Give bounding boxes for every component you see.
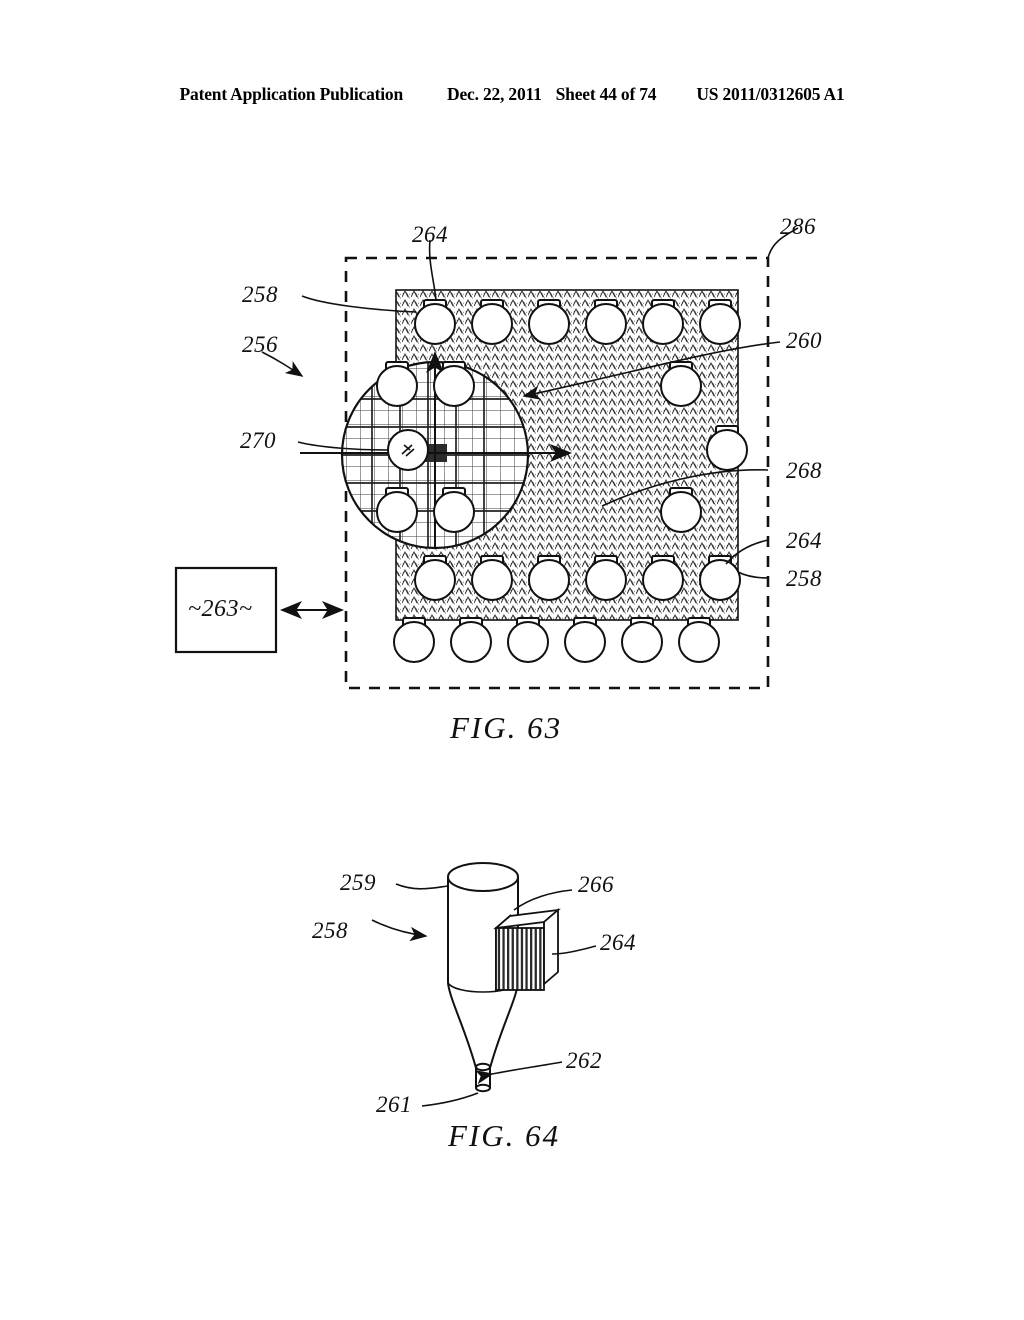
ref-label-259: 259 [340, 870, 376, 895]
nozzle-tip-end-261 [475, 1083, 491, 1093]
nozzle-tip-opening-262 [475, 1062, 491, 1072]
heater-element-264 [493, 908, 561, 992]
nozzle-270 [387, 429, 429, 471]
ref-label-256: 256 [242, 332, 278, 357]
ref-label-266: 266 [578, 872, 614, 897]
figure-63-drawing [174, 227, 799, 690]
ref-label-264-fig64: 264 [600, 930, 636, 955]
ref-label-264-right: 264 [786, 528, 822, 553]
header-date: Dec. 22, 2011 [447, 84, 542, 104]
nozzle-row-bottom [393, 617, 720, 663]
ref-label-270: 270 [240, 428, 276, 453]
ref-label-258-fig64: 258 [312, 918, 348, 943]
figure-64-caption: FIG. 64 [448, 1118, 561, 1153]
header-sheet: Sheet 44 of 74 [555, 84, 657, 104]
ref-label-261: 261 [376, 1092, 412, 1117]
ref-label-286: 286 [780, 214, 816, 239]
leader-lines-64 [371, 883, 597, 1107]
figure-63-caption: FIG. 63 [450, 710, 563, 745]
figure-64: 259 266 258 264 262 261 FIG. 64 [300, 850, 730, 1153]
patent-header: Patent Application Publication Dec. 22, … [0, 84, 1024, 112]
ref-label-268: 268 [786, 458, 822, 483]
header-patent-number: US 2011/0312605 A1 [696, 84, 845, 104]
ref-label-258-left: 258 [242, 282, 278, 307]
ref-label-258-right: 258 [786, 566, 822, 591]
ref-label-264-top: 264 [412, 222, 448, 247]
header-publication: Patent Application Publication [179, 84, 404, 104]
ref-label-262: 262 [566, 1048, 602, 1073]
figure-63: 264 286 258 256 260 270 268 264 258 ~263… [150, 200, 910, 760]
ref-label-260: 260 [786, 328, 822, 353]
control-block-263-label: ~263~ [188, 596, 253, 622]
